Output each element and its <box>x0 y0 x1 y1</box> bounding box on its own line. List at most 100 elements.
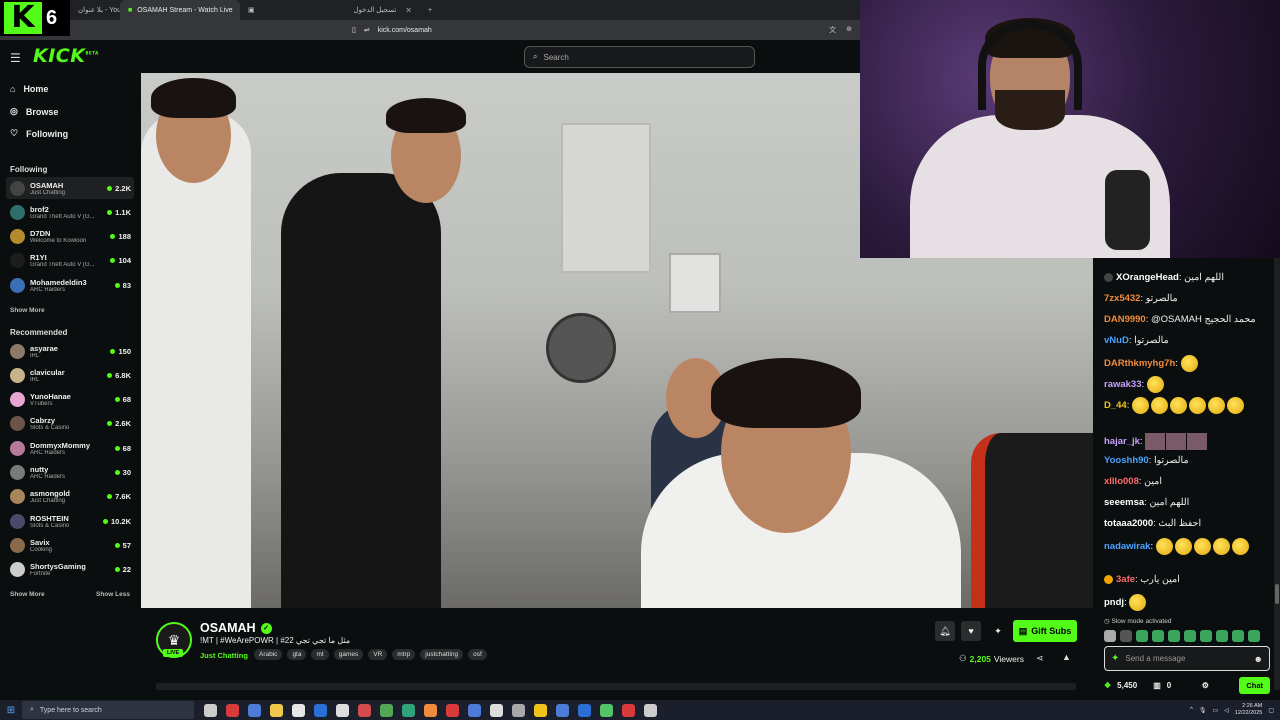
sidebar-channel-recommended-0[interactable]: asyarae IRL 150 <box>6 340 134 362</box>
taskbar-app-icon[interactable] <box>292 703 305 717</box>
sidebar-channel-recommended-4[interactable]: DommyxMommy ARC Raiders 68 <box>6 437 134 459</box>
site-info-icon[interactable]: ⇌ <box>364 26 370 34</box>
emote-icon[interactable] <box>1184 630 1196 642</box>
sidebar-channel-recommended-1[interactable]: clavicular IRL 6.8K <box>6 364 134 386</box>
sidebar-channel-following-4[interactable]: Mohamedeldin3 ARC Raiders 83 <box>6 274 134 296</box>
sidebar-channel-following-1[interactable]: brof2 Grand Theft Auto V (G... 1.1K <box>6 201 134 223</box>
sidebar-channel-recommended-8[interactable]: Savix Cooking 57 <box>6 534 134 556</box>
chat-username[interactable]: hajar_jk <box>1104 436 1140 447</box>
browser-tab-login[interactable]: تسجيل الدخول ✕ <box>300 0 420 20</box>
taskbar-app-icon[interactable] <box>358 703 371 717</box>
sidebar-channel-recommended-3[interactable]: Cabrzy Slots & Casino 2.6K <box>6 413 134 435</box>
taskbar-app-icon[interactable] <box>512 703 525 717</box>
stream-tag[interactable]: mtrp <box>392 649 416 660</box>
scrollbar-thumb[interactable] <box>1275 584 1279 604</box>
chat-username[interactable]: DARthkmyhg7h <box>1104 358 1175 369</box>
browser-tab-kick[interactable]: ■OSAMAH Stream - Watch Live✕ <box>120 0 240 20</box>
taskbar-app-icon[interactable] <box>270 703 283 717</box>
chat-username[interactable]: XOrangeHead <box>1116 272 1179 283</box>
windows-start-icon[interactable]: ⊞ <box>0 705 22 716</box>
emote-icon[interactable] <box>1248 630 1260 642</box>
emote-icon[interactable] <box>1136 630 1148 642</box>
stream-tag[interactable]: gta <box>287 649 307 660</box>
stream-category-link[interactable]: Just Chatting <box>200 651 248 660</box>
show-more-recommended-link[interactable]: Show More <box>10 591 45 598</box>
taskbar-app-icon[interactable] <box>644 703 657 717</box>
points-icon[interactable]: ❖ <box>1104 681 1111 690</box>
chat-username[interactable]: xlllo008 <box>1104 476 1139 487</box>
chat-username[interactable]: totaaa2000 <box>1104 518 1153 529</box>
taskbar-app-icon[interactable] <box>468 703 481 717</box>
chat-username[interactable]: seeemsa <box>1104 497 1144 508</box>
stream-tag[interactable]: Arabic <box>254 649 283 660</box>
emoji-icon[interactable]: ☻ <box>1254 654 1263 664</box>
share-icon[interactable]: ⋖ <box>1036 653 1044 664</box>
taskbar-app-icon[interactable] <box>622 703 635 717</box>
taskbar-app-icon[interactable] <box>556 703 569 717</box>
taskbar-app-icon[interactable] <box>314 703 327 717</box>
taskbar-app-icon[interactable] <box>600 703 613 717</box>
bookmark-icon[interactable]: ▯ <box>352 26 356 34</box>
gear-icon[interactable]: ⚙ <box>1202 681 1209 690</box>
stream-tag[interactable]: osf <box>468 649 487 660</box>
browser-tab-youtube[interactable]: بلا عنوان - YouTube <box>70 0 120 20</box>
kick-logo[interactable]: KICKBETA <box>33 45 99 67</box>
chat-scrollbar[interactable] <box>1274 258 1280 690</box>
chat-username[interactable]: pndj <box>1104 597 1124 608</box>
clip-button[interactable]: ✦ <box>988 621 1008 641</box>
sidebar-channel-following-3[interactable]: R1YI Grand Theft Auto V (G... 104 <box>6 250 134 272</box>
nav-home[interactable]: ⌂ Home <box>10 84 48 94</box>
taskbar-app-icon[interactable] <box>380 703 393 717</box>
taskbar-app-icon[interactable] <box>336 703 349 717</box>
sidebar-channel-recommended-2[interactable]: YunoHanae VTubers 68 <box>6 389 134 411</box>
notification-bell-button[interactable]: 🔔︎ <box>935 621 955 641</box>
chat-username[interactable]: DAN9990 <box>1104 314 1146 325</box>
chat-input-box[interactable]: ✦ ☻ <box>1104 646 1270 671</box>
gift-subs-button[interactable]: ▤ Gift Subs <box>1013 620 1077 642</box>
sidebar-channel-recommended-5[interactable]: nutty ARC Raiders 30 <box>6 462 134 484</box>
taskbar-app-icon[interactable] <box>446 703 459 717</box>
chat-username[interactable]: D_44 <box>1104 400 1127 411</box>
translate-icon[interactable]: 文 <box>829 25 836 35</box>
streamer-name[interactable]: OSAMAH ✓ <box>200 621 272 635</box>
taskbar-app-icon[interactable] <box>490 703 503 717</box>
volume-icon[interactable]: ◁ <box>1224 707 1229 714</box>
stream-tag[interactable]: VR <box>368 649 388 660</box>
zoom-icon[interactable]: ⊕ <box>846 25 852 35</box>
search-input[interactable] <box>543 52 734 62</box>
sidebar-channel-recommended-9[interactable]: ShortysGaming Fortnite 22 <box>6 559 134 581</box>
emote-icon[interactable] <box>1104 630 1116 642</box>
taskbar-app-icon[interactable] <box>226 703 239 717</box>
show-less-link[interactable]: Show Less <box>96 591 130 598</box>
warning-icon[interactable]: ▲ <box>1062 652 1071 662</box>
emote-icon[interactable] <box>1152 630 1164 642</box>
close-icon[interactable]: ✕ <box>405 6 412 15</box>
chat-username[interactable]: Yooshh90 <box>1104 455 1149 466</box>
url-field[interactable]: kick.com/osamah <box>378 27 432 34</box>
chat-message-input[interactable] <box>1125 654 1248 663</box>
network-icon[interactable]: ▭ <box>1213 707 1219 714</box>
emote-icon[interactable] <box>1216 630 1228 642</box>
emote-icon[interactable] <box>1120 630 1132 642</box>
clock[interactable]: 2:26 AM 12/22/2025 <box>1235 703 1263 717</box>
stream-tag[interactable]: games <box>333 649 364 660</box>
search-box[interactable]: ⌕ <box>524 46 755 68</box>
chat-username[interactable]: vNuD <box>1104 335 1129 346</box>
taskbar-app-icon[interactable] <box>248 703 261 717</box>
chat-username[interactable]: 7zx5432 <box>1104 293 1140 304</box>
chat-username[interactable]: nadawirak <box>1104 541 1150 552</box>
chat-send-button[interactable]: Chat <box>1239 676 1270 694</box>
sidebar-channel-recommended-7[interactable]: ROSHTEIN Slots & Casino 10.2K <box>6 510 134 532</box>
chevron-up-icon[interactable]: ^ <box>1190 707 1193 713</box>
notifications-icon[interactable]: ▢ <box>1268 707 1274 714</box>
new-tab-button[interactable]: + <box>420 0 440 20</box>
chat-username[interactable]: rawak33 <box>1104 379 1142 390</box>
emote-icon[interactable] <box>1168 630 1180 642</box>
taskbar-app-icon[interactable] <box>424 703 437 717</box>
follow-button[interactable]: ♥ <box>961 621 981 641</box>
stream-tag[interactable]: justchatting <box>420 649 464 660</box>
taskbar-search[interactable]: ⌕ Type here to search <box>22 701 194 719</box>
sidebar-channel-following-2[interactable]: D7DN Welcome to Kowloon 188 <box>6 226 134 248</box>
taskbar-app-icon[interactable] <box>402 703 415 717</box>
stream-tag[interactable]: mt <box>311 649 329 660</box>
